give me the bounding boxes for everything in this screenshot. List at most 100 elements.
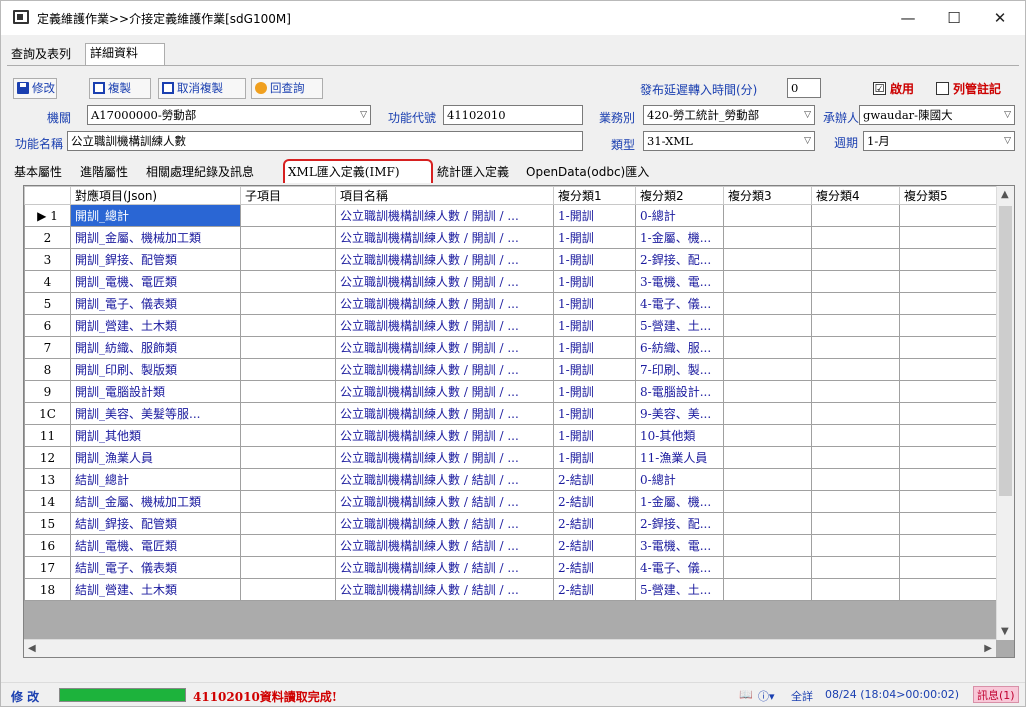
grid-cell[interactable]: 1-開訓 — [553, 226, 636, 249]
grid-cell[interactable] — [723, 226, 812, 249]
grid-cell[interactable] — [811, 490, 900, 513]
grid-cell[interactable] — [240, 512, 336, 535]
grid-cell[interactable]: 0-總計 — [635, 468, 724, 491]
grid-cell[interactable]: 2-結訓 — [553, 578, 636, 601]
tab-xml-import[interactable]: XML匯入定義(IMF) — [283, 159, 433, 183]
grid-cell[interactable]: 4-電子、儀... — [635, 556, 724, 579]
grid-cell[interactable] — [811, 204, 900, 227]
grid-cell[interactable] — [811, 468, 900, 491]
grid-cell[interactable]: 公立職訓機構訓練人數 / 開訓 / ... — [335, 380, 554, 403]
row-header[interactable]: 6 — [24, 314, 71, 337]
table-row[interactable]: 14 結訓_金屬、機械加工類 公立職訓機構訓練人數 / 結訓 / ... 2-結訓 1-… — [24, 490, 997, 513]
grid-cell[interactable] — [899, 314, 997, 337]
grid-cell[interactable] — [240, 248, 336, 271]
grid-cell[interactable]: 公立職訓機構訓練人數 / 開訓 / ... — [335, 292, 554, 315]
handler-select[interactable]: gwaudar-陳國大 ▽ — [859, 105, 1015, 125]
grid-cell[interactable] — [899, 292, 997, 315]
grid-cell[interactable] — [240, 402, 336, 425]
grid-cell[interactable]: 2-結訓 — [553, 534, 636, 557]
row-header[interactable]: 13 — [24, 468, 71, 491]
grid-cell[interactable]: 1-開訓 — [553, 204, 636, 227]
annot-checkbox[interactable] — [936, 82, 949, 95]
grid-cell[interactable]: 公立職訓機構訓練人數 / 開訓 / ... — [335, 204, 554, 227]
full-label[interactable]: 全詳 — [791, 688, 813, 704]
grid-cell[interactable] — [899, 402, 997, 425]
type-select[interactable]: 31-XML ▽ — [643, 131, 815, 151]
grid-cell[interactable]: 結訓_金屬、機械加工類 — [70, 490, 241, 513]
grid-cell[interactable] — [811, 534, 900, 557]
grid-cell[interactable] — [899, 336, 997, 359]
maximize-button[interactable]: ☐ — [931, 3, 977, 33]
grid-cell[interactable] — [723, 248, 812, 271]
scroll-right-icon[interactable]: ▶ — [984, 643, 992, 654]
minimize-button[interactable]: — — [885, 3, 931, 33]
scroll-left-icon[interactable]: ◀ — [28, 643, 36, 654]
grid-cell[interactable] — [899, 446, 997, 469]
row-header[interactable]: 15 — [24, 512, 71, 535]
grid-cell[interactable] — [240, 204, 336, 227]
grid-cell[interactable] — [899, 204, 997, 227]
table-row[interactable]: 17 結訓_電子、儀表類 公立職訓機構訓練人數 / 結訓 / ... 2-結訓 4-電子… — [24, 556, 997, 579]
grid-cell[interactable]: 結訓_電機、電匠類 — [70, 534, 241, 557]
row-header[interactable]: 1C — [24, 402, 71, 425]
grid-cell[interactable] — [899, 380, 997, 403]
grid-cell[interactable]: 公立職訓機構訓練人數 / 開訓 / ... — [335, 314, 554, 337]
grid-cell[interactable]: 結訓_銲接、配管類 — [70, 512, 241, 535]
col-header-cat3[interactable]: 複分類3 — [723, 186, 812, 205]
grid-cell[interactable]: 公立職訓機構訓練人數 / 開訓 / ... — [335, 358, 554, 381]
message-button[interactable]: 訊息(1) — [973, 686, 1019, 703]
tab-basic[interactable]: 基本屬性 — [11, 162, 65, 182]
grid-cell[interactable] — [240, 270, 336, 293]
grid-cell[interactable] — [811, 292, 900, 315]
row-header[interactable]: 4 — [24, 270, 71, 293]
table-row[interactable]: ▶ 1 開訓_總計 公立職訓機構訓練人數 / 開訓 / ... 1-開訓 0-總計 — [24, 204, 997, 227]
cancel-copy-button[interactable]: 取消複製 — [158, 78, 246, 99]
row-header[interactable]: 2 — [24, 226, 71, 249]
grid-cell[interactable]: 公立職訓機構訓練人數 / 結訓 / ... — [335, 468, 554, 491]
grid-cell[interactable]: 公立職訓機構訓練人數 / 結訓 / ... — [335, 534, 554, 557]
grid-cell[interactable] — [240, 446, 336, 469]
grid-cell[interactable] — [240, 468, 336, 491]
row-header[interactable]: 5 — [24, 292, 71, 315]
grid-cell[interactable]: 開訓_印刷、製版類 — [70, 358, 241, 381]
horizontal-scrollbar[interactable]: ◀ ▶ — [24, 639, 996, 657]
table-row[interactable]: 6 開訓_營建、土木類 公立職訓機構訓練人數 / 開訓 / ... 1-開訓 5-營建、… — [24, 314, 997, 337]
col-header-cat4[interactable]: 複分類4 — [811, 186, 900, 205]
grid-cell[interactable]: 公立職訓機構訓練人數 / 開訓 / ... — [335, 248, 554, 271]
grid-cell[interactable] — [899, 424, 997, 447]
grid-cell[interactable]: 1-金屬、機... — [635, 490, 724, 513]
col-header-cat5[interactable]: 複分類5 — [899, 186, 997, 205]
grid-cell[interactable] — [240, 534, 336, 557]
grid-cell[interactable] — [723, 468, 812, 491]
table-row[interactable]: 1C 開訓_美容、美髮等服... 公立職訓機構訓練人數 / 開訓 / ... 1-開訓… — [24, 402, 997, 425]
grid-cell[interactable] — [899, 578, 997, 601]
grid-cell[interactable]: 1-開訓 — [553, 292, 636, 315]
table-row[interactable]: 8 開訓_印刷、製版類 公立職訓機構訓練人數 / 開訓 / ... 1-開訓 7-印刷、… — [24, 358, 997, 381]
grid-cell[interactable]: 1-開訓 — [553, 336, 636, 359]
grid-cell[interactable] — [811, 248, 900, 271]
help-icon[interactable]: ⓘ▾ — [758, 688, 775, 704]
grid-cell[interactable]: 1-開訓 — [553, 248, 636, 271]
data-grid[interactable]: 對應項目(Json) 子項目 項目名稱 複分類1 複分類2 複分類3 複分類4 … — [23, 185, 1015, 658]
grid-cell[interactable]: 開訓_總計 — [70, 204, 241, 227]
grid-cell[interactable] — [811, 402, 900, 425]
grid-cell[interactable] — [723, 380, 812, 403]
grid-cell[interactable]: 0-總計 — [635, 204, 724, 227]
grid-cell[interactable] — [899, 512, 997, 535]
grid-cell[interactable]: 1-開訓 — [553, 270, 636, 293]
vertical-scroll-thumb[interactable] — [999, 206, 1012, 496]
col-header-cat1[interactable]: 複分類1 — [553, 186, 636, 205]
grid-cell[interactable] — [723, 534, 812, 557]
grid-cell[interactable] — [240, 226, 336, 249]
grid-cell[interactable] — [899, 556, 997, 579]
row-header[interactable]: 18 — [24, 578, 71, 601]
grid-cell[interactable]: 開訓_金屬、機械加工類 — [70, 226, 241, 249]
grid-cell[interactable]: 1-金屬、機... — [635, 226, 724, 249]
grid-cell[interactable] — [240, 490, 336, 513]
grid-cell[interactable]: 9-美容、美... — [635, 402, 724, 425]
grid-cell[interactable] — [723, 358, 812, 381]
row-header[interactable]: 14 — [24, 490, 71, 513]
grid-cell[interactable] — [811, 226, 900, 249]
grid-cell[interactable]: 2-結訓 — [553, 468, 636, 491]
tab-advanced[interactable]: 進階屬性 — [77, 162, 131, 182]
